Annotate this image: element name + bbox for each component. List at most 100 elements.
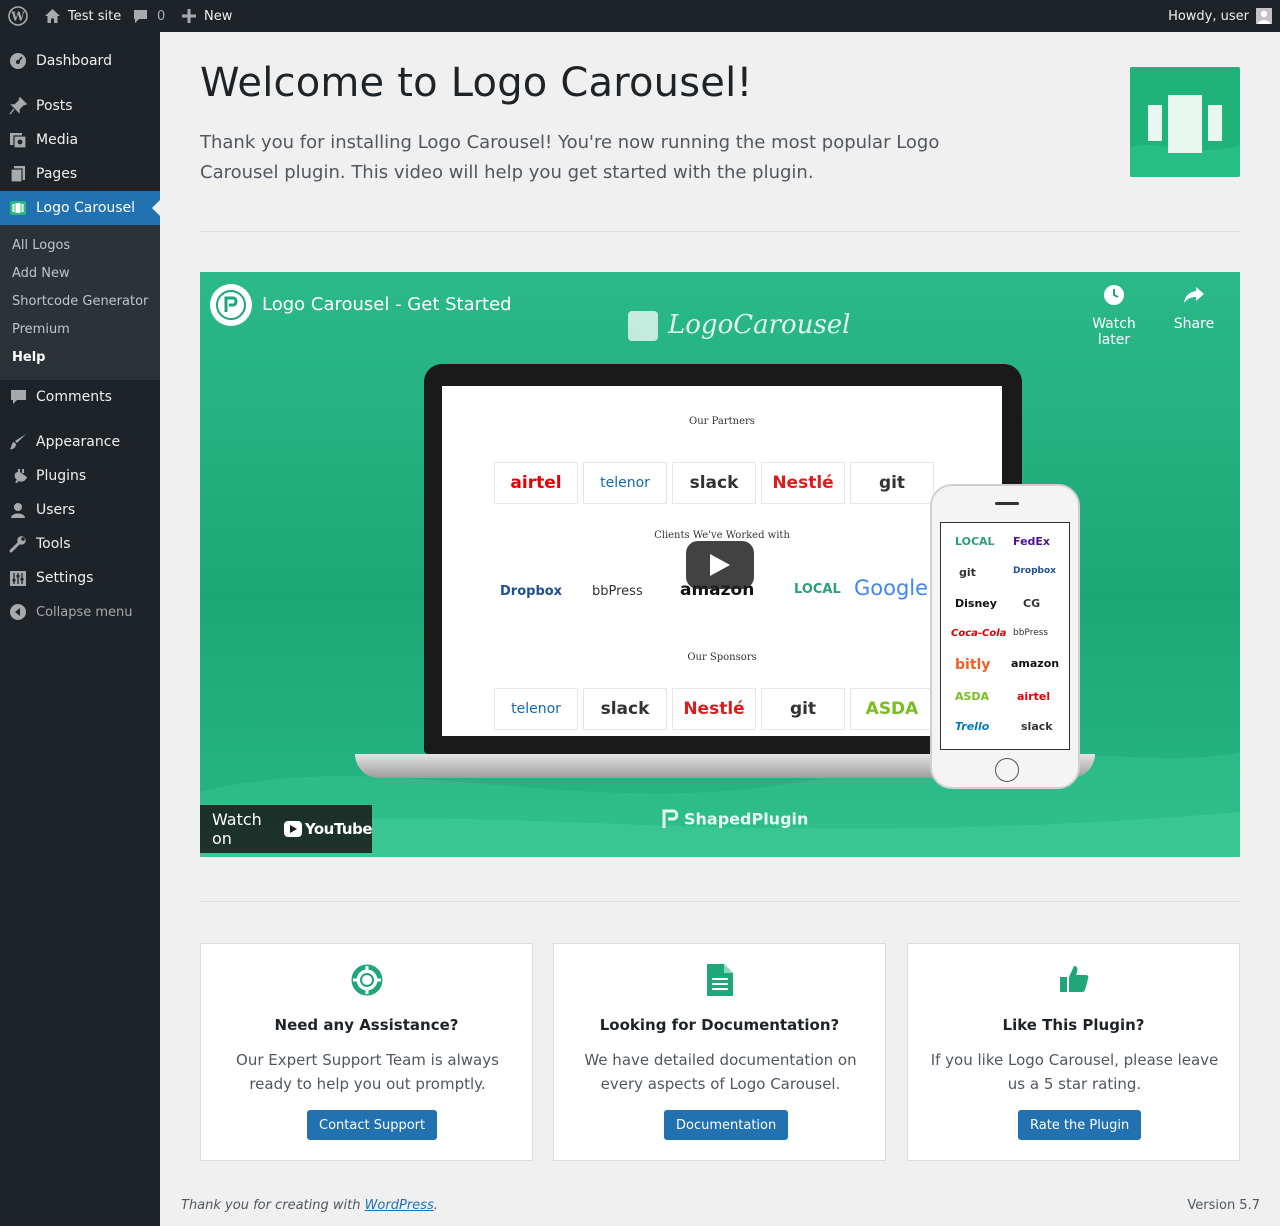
- new-content-link[interactable]: New: [182, 0, 232, 32]
- phone-home-button: [995, 758, 1019, 782]
- submenu-all-logos[interactable]: All Logos: [12, 236, 70, 256]
- submenu-shortcode-generator[interactable]: Shortcode Generator: [12, 292, 148, 312]
- support-card: Need any Assistance? Our Expert Support …: [200, 943, 533, 1161]
- sidebar-item-label: Posts: [36, 98, 73, 114]
- watch-on-youtube-button[interactable]: Watch on YouTube: [200, 805, 373, 853]
- submenu-help[interactable]: Help: [12, 348, 45, 368]
- sidebar-item-posts[interactable]: Posts: [0, 89, 160, 123]
- sidebar-item-plugins[interactable]: Plugins: [0, 459, 160, 493]
- sidebar-item-media[interactable]: Media: [0, 123, 160, 157]
- divider: [200, 901, 1240, 902]
- phone-logo: bbPress: [1013, 628, 1049, 638]
- watch-later-button[interactable]: Watch later: [1078, 284, 1150, 348]
- phone-logo: slack: [1021, 720, 1053, 733]
- new-label: New: [204, 8, 233, 24]
- share-label: Share: [1173, 316, 1215, 332]
- wordpress-link[interactable]: WordPress: [365, 1198, 434, 1213]
- sidebar-item-logo-carousel[interactable]: Logo Carousel: [0, 191, 160, 225]
- admin-sidebar: Dashboard Posts Media Pages Logo Carouse…: [0, 32, 160, 1226]
- plus-icon: [182, 9, 196, 23]
- wordpress-logo-icon[interactable]: W: [8, 0, 28, 32]
- settings-icon: [0, 570, 36, 587]
- sidebar-item-comments[interactable]: Comments: [0, 380, 160, 414]
- collapse-menu-label: Collapse menu: [36, 604, 133, 620]
- video-brand-icon: [628, 311, 658, 341]
- collapse-arrow-icon: [0, 603, 36, 621]
- logo-asda: ASDA: [850, 688, 934, 730]
- rate-plugin-button[interactable]: Rate the Plugin: [1018, 1110, 1142, 1140]
- account-menu[interactable]: Howdy, user: [1168, 0, 1272, 32]
- share-icon: [1168, 284, 1220, 310]
- divider: [200, 231, 1240, 232]
- sidebar-item-label: Dashboard: [36, 53, 112, 69]
- phone-logo: airtel: [1017, 690, 1051, 703]
- video-title[interactable]: Logo Carousel - Get Started: [262, 294, 512, 315]
- intro-text: Thank you for installing Logo Carousel! …: [200, 132, 940, 183]
- phone-speaker: [995, 502, 1019, 505]
- phone-logo: bitly: [955, 657, 991, 673]
- logo-git: git: [850, 462, 934, 504]
- logo-carousel-submenu: All Logos Add New Shortcode Generator Pr…: [0, 225, 160, 380]
- sidebar-item-label: Tools: [36, 536, 71, 552]
- documentation-card: Looking for Documentation? We have detai…: [553, 943, 886, 1161]
- watch-on-label: Watch on: [212, 810, 262, 848]
- logo-airtel: airtel: [494, 462, 578, 504]
- sidebar-item-label: Pages: [36, 166, 78, 182]
- documentation-button[interactable]: Documentation: [664, 1110, 789, 1140]
- card-text: If you like Logo Carousel, please leave …: [930, 1051, 1219, 1093]
- shapedplugin-icon: [660, 807, 680, 833]
- phone-logo: ASDA: [955, 690, 990, 703]
- comment-bubble-icon: [133, 9, 148, 24]
- home-icon: [44, 8, 61, 24]
- wrench-icon: [0, 535, 36, 553]
- play-icon: [710, 554, 730, 576]
- submenu-premium[interactable]: Premium: [12, 320, 70, 340]
- phone-logo: CG: [1023, 597, 1041, 610]
- avatar: [1256, 8, 1272, 24]
- phone-logo: git: [959, 566, 976, 579]
- sidebar-item-appearance[interactable]: Appearance: [0, 425, 160, 459]
- footer-credit: Thank you for creating with WordPress.: [181, 1198, 438, 1213]
- logo-bbpress: bbPress: [592, 584, 643, 599]
- greeting-label: Howdy, user: [1168, 8, 1249, 24]
- phone-mockup: LOCAL FedEx git Dropbox Disney CG Coca-C…: [930, 484, 1080, 789]
- brush-icon: [0, 433, 36, 451]
- page-title: Welcome to Logo Carousel!: [200, 60, 753, 106]
- logo-carousel-icon: [0, 201, 36, 215]
- collapse-menu-button[interactable]: Collapse menu: [0, 595, 160, 629]
- sidebar-item-label: Media: [36, 132, 79, 148]
- section-heading: Clients We've Worked with: [654, 530, 790, 541]
- share-button[interactable]: Share: [1168, 284, 1220, 332]
- site-name-link[interactable]: Test site: [44, 0, 121, 32]
- phone-logo: amazon: [1011, 657, 1060, 670]
- footer-credit-prefix: Thank you for creating with: [181, 1198, 365, 1213]
- youtube-play-icon: [284, 821, 302, 837]
- sidebar-item-dashboard[interactable]: Dashboard: [0, 44, 160, 78]
- shapedplugin-label: ShapedPlugin: [684, 809, 809, 829]
- thumbs-up-icon: [908, 964, 1239, 998]
- logo-slack: slack: [583, 688, 667, 730]
- video-embed[interactable]: Logo Carousel - Get Started LogoCarousel…: [200, 272, 1240, 857]
- sidebar-item-settings[interactable]: Settings: [0, 561, 160, 595]
- shapedplugin-brand: ShapedPlugin: [660, 807, 808, 833]
- rate-card: Like This Plugin? If you like Logo Carou…: [907, 943, 1240, 1161]
- section-heading: Our Sponsors: [687, 652, 757, 663]
- logo-dropbox: Dropbox: [500, 584, 563, 599]
- sidebar-item-label: Plugins: [36, 468, 87, 484]
- play-button[interactable]: [686, 541, 754, 589]
- comment-icon: [0, 389, 36, 405]
- sidebar-item-pages[interactable]: Pages: [0, 157, 160, 191]
- admin-bar: W Test site 0 New Howdy, user: [0, 0, 1280, 32]
- sidebar-item-users[interactable]: Users: [0, 493, 160, 527]
- phone-logo: Trello: [955, 720, 990, 733]
- clock-icon: [1078, 284, 1150, 310]
- logo-nestle: Nestlé: [672, 688, 756, 730]
- channel-avatar[interactable]: [210, 284, 252, 326]
- sidebar-item-tools[interactable]: Tools: [0, 527, 160, 561]
- video-brand-label: LogoCarousel: [668, 310, 851, 340]
- submenu-add-new[interactable]: Add New: [12, 264, 70, 284]
- comments-link[interactable]: 0: [133, 0, 165, 32]
- logo-google: Google: [854, 576, 929, 600]
- youtube-wordmark: YouTube: [304, 820, 373, 838]
- contact-support-button[interactable]: Contact Support: [307, 1110, 438, 1140]
